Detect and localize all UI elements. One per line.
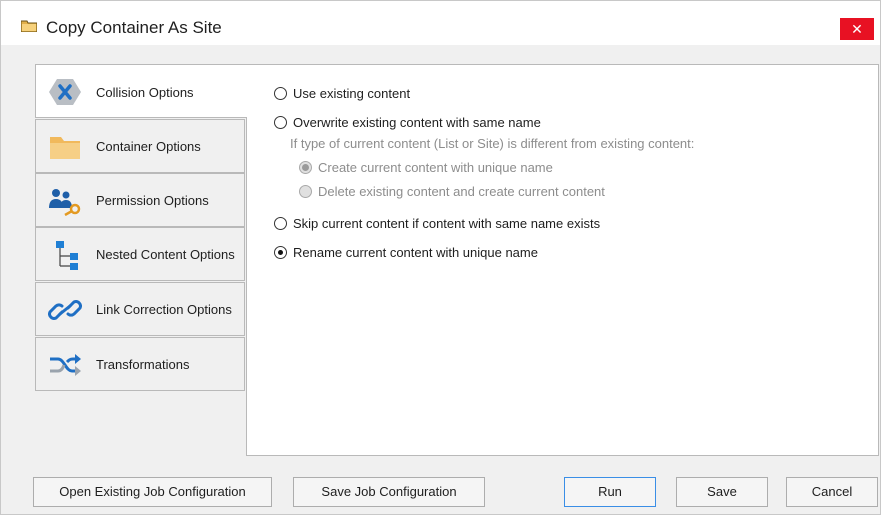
folder-icon — [21, 20, 37, 32]
radio-label: Rename current content with unique name — [293, 245, 538, 260]
delete-create-radio: Delete existing content and create curre… — [299, 184, 605, 199]
window-title: Copy Container As Site — [46, 18, 222, 37]
radio-circle[interactable] — [274, 217, 287, 230]
radio-label: Delete existing content and create curre… — [318, 184, 605, 199]
radio-label: Use existing content — [293, 86, 411, 101]
tab-label: Nested Content Options — [96, 247, 235, 262]
tab-container-options[interactable]: Container Options — [35, 119, 245, 173]
save-button[interactable]: Save — [676, 477, 768, 507]
radio-label: Create current content with unique name — [318, 160, 553, 175]
users-key-icon — [49, 189, 81, 216]
link-icon — [48, 300, 82, 320]
skip-radio[interactable]: Skip current content if content with sam… — [274, 216, 600, 231]
collision-x-icon — [49, 79, 81, 105]
close-icon: ✕ — [851, 21, 863, 37]
tab-label: Container Options — [96, 139, 201, 154]
dialog-window: Copy Container As Site ✕ Collision Optio… — [0, 0, 881, 515]
open-job-configuration-button[interactable]: Open Existing Job Configuration — [33, 477, 272, 507]
radio-circle — [299, 185, 312, 198]
tab-transformations[interactable]: Transformations — [35, 337, 245, 391]
tab-link-correction-options[interactable]: Link Correction Options — [35, 282, 245, 336]
run-button[interactable]: Run — [564, 477, 656, 507]
close-button[interactable]: ✕ — [840, 18, 874, 40]
tab-label: Permission Options — [96, 193, 209, 208]
radio-circle[interactable] — [274, 116, 287, 129]
title-bar: Copy Container As Site ✕ — [1, 1, 880, 45]
overwrite-radio[interactable]: Overwrite existing content with same nam… — [274, 115, 541, 130]
tab-label: Link Correction Options — [96, 302, 232, 317]
rename-radio[interactable]: Rename current content with unique name — [274, 245, 538, 260]
radio-circle[interactable] — [274, 246, 287, 259]
tab-nested-content-options[interactable]: Nested Content Options — [35, 227, 245, 281]
radio-label: Skip current content if content with sam… — [293, 216, 601, 231]
shuffle-icon — [50, 354, 81, 376]
hierarchy-icon — [56, 241, 78, 270]
save-job-configuration-button[interactable]: Save Job Configuration — [293, 477, 485, 507]
overwrite-info-text: If type of current content (List or Site… — [290, 136, 695, 151]
radio-circle[interactable] — [274, 87, 287, 100]
tab-permission-options[interactable]: Permission Options — [35, 173, 245, 227]
cancel-button[interactable]: Cancel — [786, 477, 878, 507]
collision-options-panel: Use existing content Overwrite existing … — [246, 64, 879, 456]
use-existing-radio[interactable]: Use existing content — [274, 86, 410, 101]
radio-label: Overwrite existing content with same nam… — [293, 115, 541, 130]
tab-label: Collision Options — [96, 85, 194, 100]
folder-icon — [50, 137, 80, 159]
create-unique-radio: Create current content with unique name — [299, 160, 553, 175]
radio-circle — [299, 161, 312, 174]
tab-collision-options[interactable]: Collision Options — [35, 64, 247, 118]
tab-label: Transformations — [96, 357, 190, 372]
